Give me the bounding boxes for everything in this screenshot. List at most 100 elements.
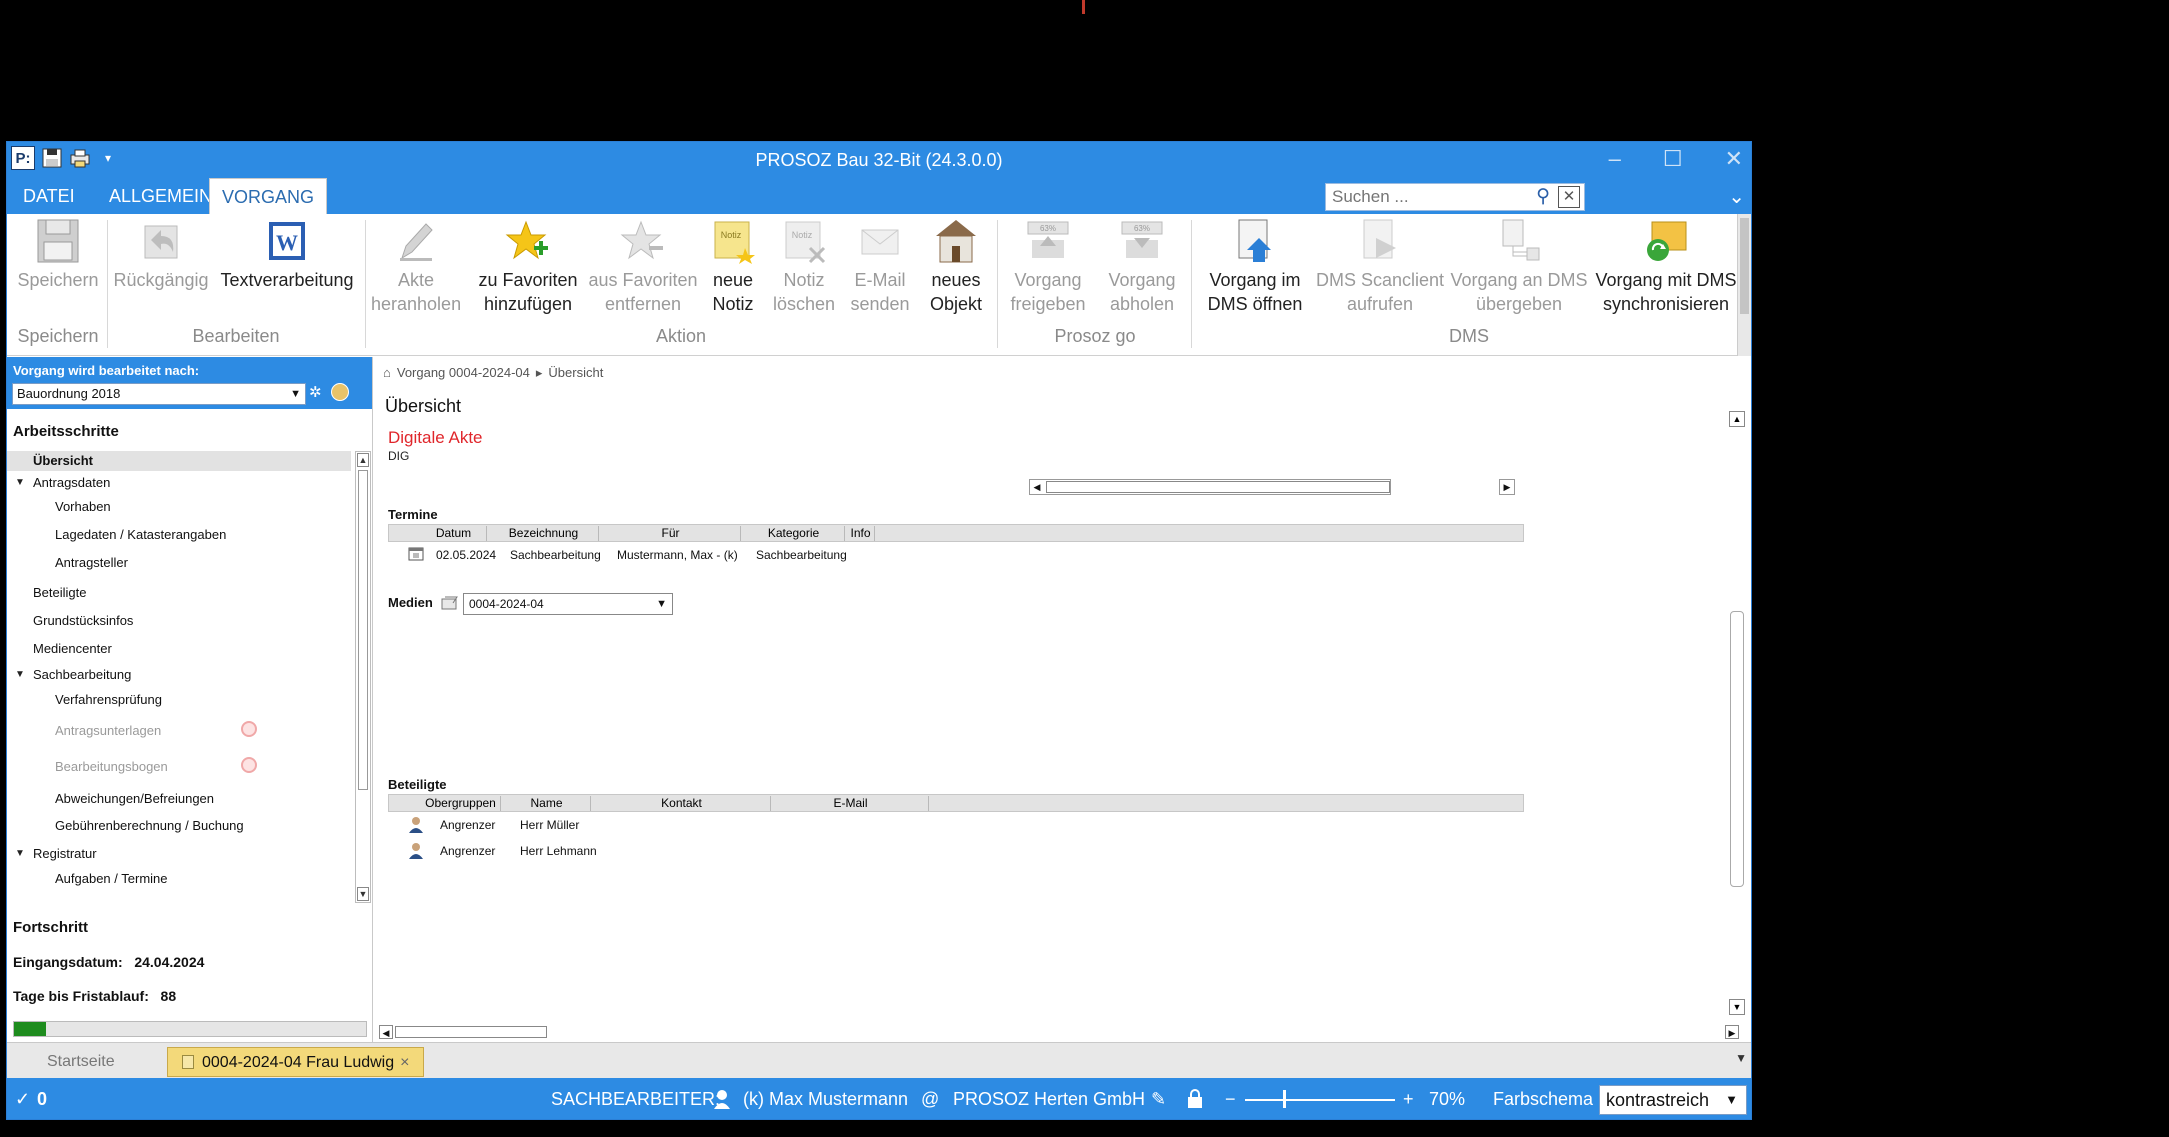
main-hscrollbar[interactable]: ◀ ▶ [379,1025,1739,1041]
main-vscrollbar[interactable]: ▲ ▼ [1729,411,1747,1015]
tab-vorgang-document[interactable]: 0004-2024-04 Frau Ludwig × [167,1047,425,1077]
notiz-loeschen-button[interactable]: Notiz Notiz löschen [769,218,839,316]
lock-icon[interactable] [1187,1089,1203,1114]
expand-icon[interactable]: ▼ [15,848,25,859]
col-name[interactable]: Name [503,796,591,811]
col-info[interactable]: Info [847,526,875,541]
minimize-icon[interactable]: – [1609,146,1621,172]
col-kontakt[interactable]: Kontakt [593,796,771,811]
tree-item-aufgaben[interactable]: Aufgaben / Termine [55,871,168,886]
media-filter-icon[interactable] [441,595,459,616]
clear-search-icon[interactable]: ✕ [1558,186,1580,208]
chevron-down-icon[interactable]: ⌄ [1728,184,1745,209]
scroll-right-icon[interactable]: ▶ [1725,1025,1739,1039]
col-kategorie[interactable]: Kategorie [743,526,845,541]
expand-icon[interactable]: ▼ [15,669,25,680]
farbschema-select[interactable]: kontrastreich ▼ [1599,1085,1747,1115]
tree-item-antragsdaten[interactable]: Antragsdaten [33,475,110,490]
dms-sync-button[interactable]: Vorgang mit DMS synchronisieren [1593,218,1739,316]
tree-item-vorhaben[interactable]: Vorhaben [55,499,111,514]
scroll-up-icon[interactable]: ▲ [1729,411,1745,427]
scroll-down-icon[interactable]: ▼ [357,887,369,901]
scroll-thumb[interactable] [1730,611,1744,887]
arbeitsschritte-heading: Arbeitsschritte [13,423,119,440]
col-email[interactable]: E-Mail [773,796,929,811]
akte-heranholen-button[interactable]: Akte heranholen [371,218,461,316]
zoom-slider[interactable] [1245,1099,1395,1101]
tab-startseite[interactable]: Startseite [33,1047,129,1077]
rueckgaengig-button[interactable]: Rückgängig [111,218,211,292]
tab-datei[interactable]: DATEI [11,178,87,214]
user-name[interactable]: (k) Max Mustermann [743,1089,908,1110]
dms-oeffnen-button[interactable]: Vorgang im DMS öffnen [1197,218,1313,316]
table-row[interactable]: Angrenzer Herr Müller [388,812,1524,838]
vorgang-freigeben-button[interactable]: 63% Vorgang freigeben [1003,218,1093,316]
tree-scrollbar[interactable]: ▲ ▼ [355,451,371,903]
note-delete-icon: Notiz [785,221,826,264]
akte-hscrollbar[interactable]: ◀ [1029,479,1391,495]
tree-item-sachbearbeitung[interactable]: Sachbearbeitung [33,667,131,682]
akte-scroll-right[interactable]: ▶ [1499,479,1515,495]
tree-item-verfahrenspruefung[interactable]: Verfahrensprüfung [55,692,162,707]
dms-uebergeben-button[interactable]: Vorgang an DMS übergeben [1447,218,1591,316]
svg-text:W: W [276,230,298,255]
expand-icon[interactable]: ▼ [15,477,25,488]
table-row[interactable]: 02.05.2024 Sachbearbeitung Mustermann, M… [388,542,1524,568]
table-row[interactable]: Angrenzer Herr Lehmann [388,838,1524,864]
globe-icon[interactable] [331,383,349,401]
scroll-thumb[interactable] [395,1026,547,1038]
dms-scanclient-button[interactable]: DMS Scanclient aufrufen [1315,218,1445,316]
scroll-right-icon[interactable]: ▶ [1500,480,1514,494]
speichern-button[interactable]: Speichern [15,218,101,292]
scroll-up-icon[interactable]: ▲ [357,453,369,467]
tree-item-lagedaten[interactable]: Lagedaten / Katasterangaben [55,527,226,542]
tab-vorgang[interactable]: VORGANG [209,178,328,214]
zu-favoriten-button[interactable]: zu Favoriten hinzufügen [473,218,583,316]
email-senden-button[interactable]: E-Mail senden [845,218,915,316]
textverarbeitung-button[interactable]: W Textverarbeitung [217,218,357,292]
gear-icon[interactable]: ✲ [309,383,322,401]
tree-item-registratur[interactable]: Registratur [33,846,97,861]
tree-item-antragsunterlagen[interactable]: Antragsunterlagen [55,723,161,738]
zoom-in-icon[interactable]: + [1403,1089,1414,1110]
scroll-thumb[interactable] [358,470,368,790]
digitale-akte-link[interactable]: Digitale Akte [388,428,483,448]
tree-item-antragsteller[interactable]: Antragsteller [55,555,128,570]
search-input[interactable] [1326,184,1536,210]
scroll-left-icon[interactable]: ◀ [379,1025,393,1039]
home-icon[interactable]: ⌂ [383,365,391,380]
neue-notiz-button[interactable]: Notiz neue Notiz [703,218,763,316]
tab-allgemein[interactable]: ALLGEMEIN [97,178,224,214]
col-bezeichnung[interactable]: Bezeichnung [489,526,599,541]
medien-select[interactable]: 0004-2024-04 ▼ [463,593,673,615]
aus-favoriten-button[interactable]: aus Favoriten entfernen [587,218,699,316]
zoom-slider-thumb[interactable] [1283,1090,1286,1108]
maximize-icon[interactable]: ☐ [1663,146,1683,172]
scroll-left-icon[interactable]: ◀ [1030,480,1044,494]
tree-item-uebersicht[interactable]: Übersicht [7,451,351,471]
tree-item-grundstuecksinfos[interactable]: Grundstücksinfos [33,613,133,628]
breadcrumb-vorgang[interactable]: Vorgang 0004-2024-04 [397,365,530,380]
tree-item-mediencenter[interactable]: Mediencenter [33,641,112,656]
col-fuer[interactable]: Für [601,526,741,541]
close-tab-icon[interactable]: × [400,1054,409,1071]
ribbon-scrollbar[interactable] [1737,214,1751,356]
search-icon[interactable]: ⚲ [1536,185,1550,208]
tree-item-beteiligte[interactable]: Beteiligte [33,585,86,600]
col-datum[interactable]: Datum [421,526,487,541]
pencil-icon[interactable]: ✎ [1151,1089,1166,1110]
organisation[interactable]: PROSOZ Herten GmbH [953,1089,1145,1110]
neues-objekt-button[interactable]: neues Objekt [921,218,991,316]
tree-item-bearbeitungsbogen[interactable]: Bearbeitungsbogen [55,759,168,774]
col-obergruppen[interactable]: Obergruppen [421,796,501,811]
chevron-down-icon[interactable]: ▼ [1735,1051,1747,1065]
vorgang-abholen-button[interactable]: 63% Vorgang abholen [1097,218,1187,316]
scroll-thumb[interactable] [1046,481,1390,493]
ordnung-select[interactable]: Bauordnung 2018 ▼ [12,383,306,405]
close-icon[interactable]: ✕ [1725,146,1743,172]
tree-item-gebuehren[interactable]: Gebührenberechnung / Buchung [55,818,244,833]
zoom-out-icon[interactable]: − [1225,1089,1236,1110]
tree-item-abweichungen[interactable]: Abweichungen/Befreiungen [55,791,214,806]
scroll-down-icon[interactable]: ▼ [1729,999,1745,1015]
scroll-thumb[interactable] [1740,218,1749,314]
